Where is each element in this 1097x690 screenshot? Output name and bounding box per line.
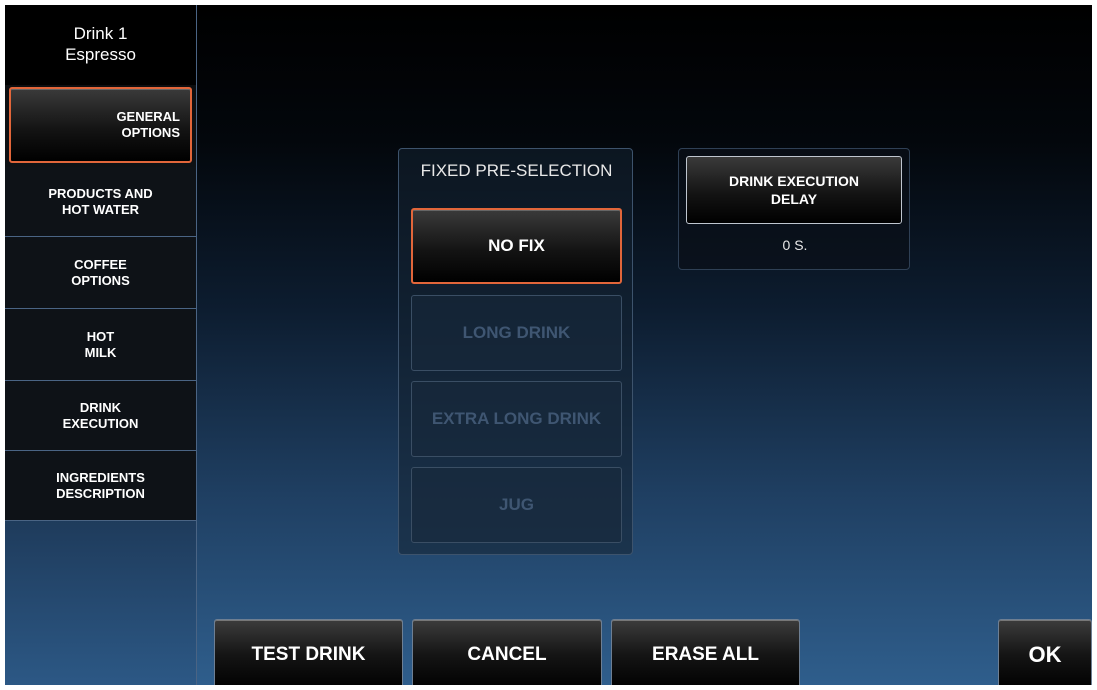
test-drink-label: TEST DRINK bbox=[251, 643, 366, 665]
sidebar-item-ingredients-description[interactable]: INGREDIENTS DESCRIPTION bbox=[5, 451, 196, 521]
sidebar-item-label: DRINK EXECUTION bbox=[62, 399, 139, 431]
sidebar-item-label: COFFEE OPTIONS bbox=[71, 256, 130, 288]
sidebar-item-hot-milk[interactable]: HOT MILK bbox=[5, 309, 196, 381]
option-extra-long-drink-button[interactable]: EXTRA LONG DRINK bbox=[411, 381, 622, 457]
drink-execution-delay-button[interactable]: DRINK EXECUTION DELAY bbox=[686, 156, 902, 224]
erase-all-label: ERASE ALL bbox=[652, 643, 759, 665]
drink-header: Drink 1 Espresso bbox=[5, 5, 196, 85]
cancel-button[interactable]: CANCEL bbox=[412, 619, 602, 685]
sidebar-item-label: GENERAL OPTIONS bbox=[116, 109, 180, 140]
test-drink-button[interactable]: TEST DRINK bbox=[214, 619, 403, 685]
drink-number: Drink 1 bbox=[73, 24, 128, 43]
option-label: NO FIX bbox=[488, 236, 545, 255]
option-jug-button[interactable]: JUG bbox=[411, 467, 622, 543]
execution-delay-value: 0 S. bbox=[782, 237, 808, 253]
sidebar-item-drink-execution[interactable]: DRINK EXECUTION bbox=[5, 381, 196, 451]
ok-button[interactable]: OK bbox=[998, 619, 1092, 685]
sidebar-item-label: INGREDIENTS DESCRIPTION bbox=[56, 469, 145, 501]
execution-delay-panel: DRINK EXECUTION DELAY 0 S. bbox=[678, 148, 910, 270]
screen: Drink 1 Espresso GENERAL OPTIONS PRODUCT… bbox=[5, 5, 1092, 685]
option-label: JUG bbox=[499, 495, 534, 514]
cancel-label: CANCEL bbox=[467, 643, 547, 665]
ok-label: OK bbox=[1028, 641, 1062, 667]
option-label: LONG DRINK bbox=[462, 323, 571, 342]
sidebar-item-products-and-hot-water[interactable]: PRODUCTS AND HOT WATER bbox=[5, 167, 196, 237]
sidebar-item-label: PRODUCTS AND HOT WATER bbox=[48, 185, 153, 217]
sidebar-item-coffee-options[interactable]: COFFEE OPTIONS bbox=[5, 237, 196, 309]
sidebar-item-label: HOT MILK bbox=[84, 328, 117, 360]
fixed-preselection-panel: FIXED PRE-SELECTION NO FIX LONG DRINK EX… bbox=[398, 148, 633, 555]
drink-name: Espresso bbox=[65, 45, 136, 64]
sidebar: Drink 1 Espresso GENERAL OPTIONS PRODUCT… bbox=[5, 5, 197, 685]
sidebar-item-general-options[interactable]: GENERAL OPTIONS bbox=[9, 87, 192, 163]
option-long-drink-button[interactable]: LONG DRINK bbox=[411, 295, 622, 371]
option-label: EXTRA LONG DRINK bbox=[431, 409, 602, 428]
fixed-preselection-title: FIXED PRE-SELECTION bbox=[420, 161, 613, 180]
erase-all-button[interactable]: ERASE ALL bbox=[611, 619, 800, 685]
option-no-fix-button[interactable]: NO FIX bbox=[411, 208, 622, 284]
